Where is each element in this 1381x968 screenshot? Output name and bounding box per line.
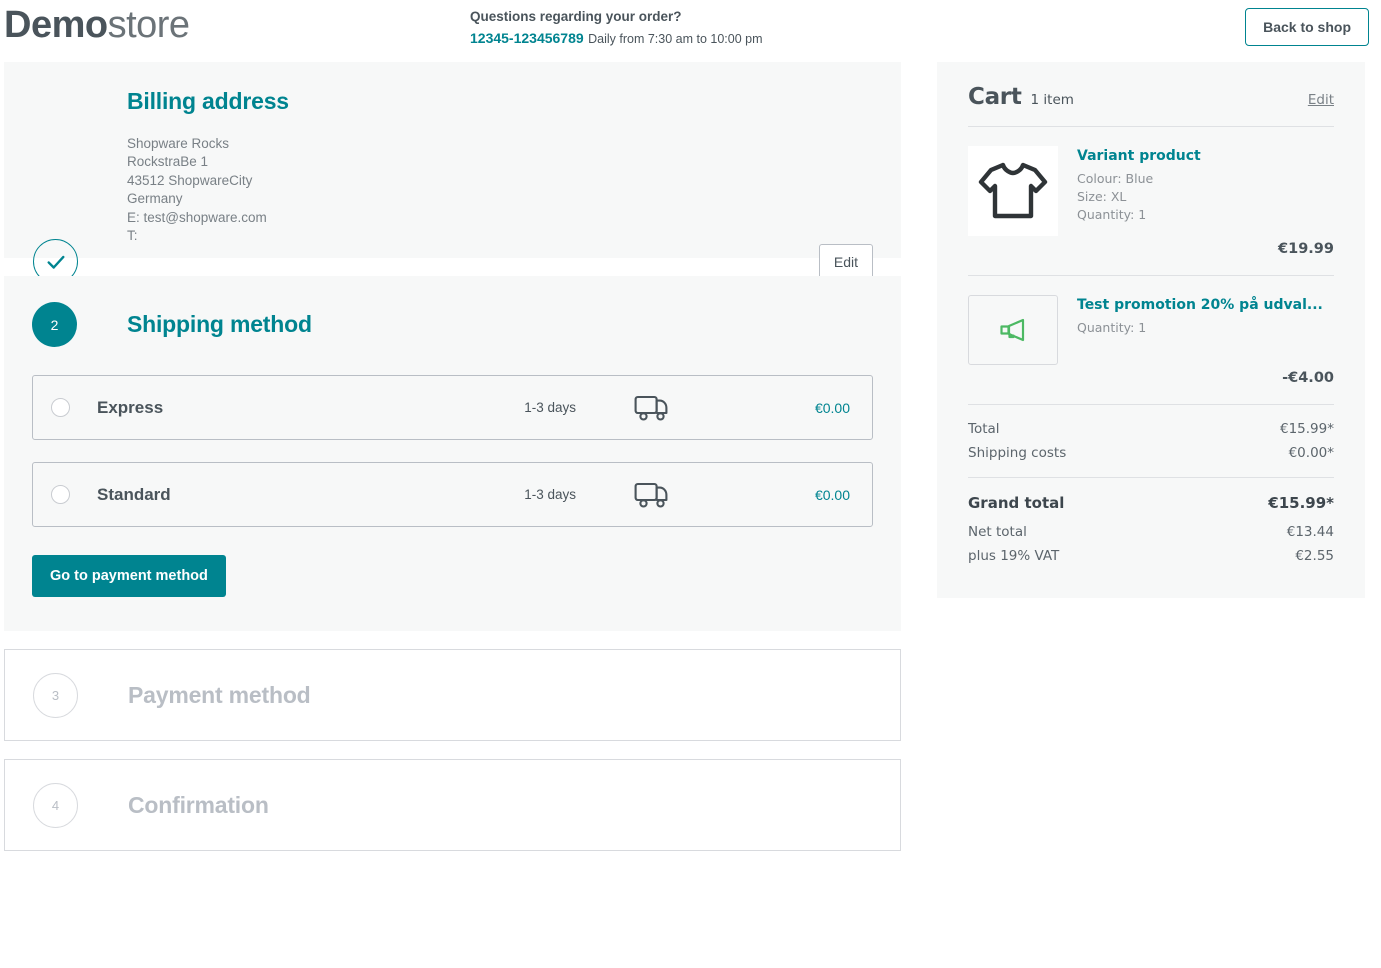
cart-item-option: Size: XL bbox=[1077, 188, 1127, 204]
cart-item-variant-product: Variant product Colour: Blue Size: XL Qu… bbox=[968, 127, 1334, 275]
shipping-option-standard[interactable]: Standard 1-3 days €0.00 bbox=[32, 462, 873, 527]
address-line: 43512 ShopwareCity bbox=[127, 172, 253, 188]
shipping-option-name: Standard bbox=[97, 484, 171, 504]
summary-row-net-total: Net total €13.44 bbox=[968, 524, 1334, 540]
summary-label: plus 19% VAT bbox=[968, 548, 1060, 564]
cart-item-price: €19.99 bbox=[1278, 241, 1334, 257]
grand-total-label: Grand total bbox=[968, 494, 1065, 512]
summary-row-total: Total €15.99* bbox=[968, 421, 1334, 437]
confirmation-step-header: 4 Confirmation bbox=[5, 760, 900, 850]
shipping-method-title: Shipping method bbox=[127, 311, 312, 337]
cart-item-quantity: Quantity: 1 bbox=[1077, 320, 1147, 335]
truck-icon bbox=[634, 481, 672, 509]
shipping-option-price: €0.00 bbox=[814, 486, 850, 503]
cart-panel: Cart 1 item Edit Variant product Colour:… bbox=[937, 62, 1365, 598]
truck-icon bbox=[634, 394, 672, 422]
billing-address-text: Shopware Rocks RockstraBe 1 43512 Shopwa… bbox=[127, 135, 873, 246]
payment-method-panel[interactable]: 3 Payment method bbox=[4, 649, 901, 741]
edit-cart-link[interactable]: Edit bbox=[1308, 92, 1334, 108]
summary-label: Total bbox=[968, 421, 1000, 437]
billing-address-title: Billing address bbox=[127, 88, 289, 114]
address-line: RockstraBe 1 bbox=[127, 154, 209, 170]
shipping-option-express[interactable]: Express 1-3 days €0.00 bbox=[32, 375, 873, 440]
radio-icon[interactable] bbox=[51, 485, 70, 504]
address-line: E: test@shopware.com bbox=[127, 209, 267, 225]
cart-item-name[interactable]: Variant product bbox=[1077, 148, 1201, 164]
back-to-shop-button[interactable]: Back to shop bbox=[1245, 8, 1369, 46]
page-header: Demostore Questions regarding your order… bbox=[0, 0, 1381, 62]
confirmation-panel[interactable]: 4 Confirmation bbox=[4, 759, 901, 851]
contact-info: Questions regarding your order? 12345-12… bbox=[470, 7, 763, 51]
cart-summary: Total €15.99* Shipping costs €0.00* bbox=[968, 405, 1334, 461]
step-number-badge: 3 bbox=[33, 672, 78, 718]
summary-row-vat: plus 19% VAT €2.55 bbox=[968, 548, 1334, 564]
address-line: Shopware Rocks bbox=[127, 136, 230, 151]
summary-label: Shipping costs bbox=[968, 445, 1067, 461]
address-line: T: bbox=[127, 228, 138, 244]
summary-value: €15.99* bbox=[1280, 421, 1334, 437]
cart-item-promotion: Test promotion 20% på udval... Quantity:… bbox=[968, 276, 1334, 404]
billing-address-panel: Billing address Shopware Rocks RockstraB… bbox=[4, 62, 901, 284]
contact-question: Questions regarding your order? bbox=[470, 9, 682, 24]
cart-column: Cart 1 item Edit Variant product Colour:… bbox=[937, 62, 1365, 598]
summary-value: €13.44 bbox=[1286, 524, 1334, 540]
checkout-steps-column: Billing address Shopware Rocks RockstraB… bbox=[4, 62, 901, 869]
logo-text-bold: Demo bbox=[4, 4, 108, 46]
radio-icon[interactable] bbox=[51, 398, 70, 417]
summary-label: Net total bbox=[968, 524, 1027, 540]
contact-phone[interactable]: 12345-123456789 bbox=[470, 30, 584, 46]
shipping-option-price: €0.00 bbox=[814, 399, 850, 416]
shipping-step-header: 2 Shipping method bbox=[32, 302, 873, 347]
cart-item-name[interactable]: Test promotion 20% på udval... bbox=[1077, 297, 1323, 313]
megaphone-icon bbox=[968, 295, 1058, 365]
site-logo[interactable]: Demostore bbox=[4, 4, 190, 47]
cart-title: Cart bbox=[968, 84, 1022, 110]
summary-value: €2.55 bbox=[1295, 548, 1334, 564]
shipping-option-delivery-time: 1-3 days bbox=[524, 400, 576, 415]
summary-row-grand-total: Grand total €15.99* bbox=[968, 494, 1334, 512]
shipping-method-panel: 2 Shipping method Express 1-3 days €0.00 bbox=[4, 276, 901, 631]
summary-row-shipping: Shipping costs €0.00* bbox=[968, 445, 1334, 461]
step-number-badge: 2 bbox=[32, 302, 77, 347]
summary-value: €0.00* bbox=[1288, 445, 1334, 461]
cart-item-option: Colour: Blue bbox=[1077, 171, 1154, 186]
payment-step-header: 3 Payment method bbox=[5, 650, 900, 740]
cart-item-count: 1 item bbox=[1030, 92, 1074, 108]
payment-method-title: Payment method bbox=[128, 681, 311, 708]
cart-grand-total: Grand total €15.99* Net total €13.44 plu… bbox=[968, 478, 1334, 564]
cart-item-quantity: Quantity: 1 bbox=[1077, 206, 1147, 222]
cart-item-price: -€4.00 bbox=[1282, 370, 1334, 386]
step-number-badge: 4 bbox=[33, 782, 78, 828]
cart-header: Cart 1 item Edit bbox=[968, 84, 1334, 110]
contact-hours: Daily from 7:30 am to 10:00 pm bbox=[588, 32, 763, 47]
go-to-payment-method-button[interactable]: Go to payment method bbox=[32, 555, 226, 597]
shirt-icon bbox=[968, 146, 1058, 236]
shipping-option-delivery-time: 1-3 days bbox=[524, 487, 576, 502]
edit-billing-address-button[interactable]: Edit bbox=[818, 244, 873, 280]
confirmation-title: Confirmation bbox=[128, 791, 269, 818]
address-line: Germany bbox=[127, 191, 183, 207]
shipping-option-name: Express bbox=[97, 397, 164, 417]
grand-total-value: €15.99* bbox=[1268, 494, 1334, 512]
logo-text-light: store bbox=[107, 4, 190, 46]
